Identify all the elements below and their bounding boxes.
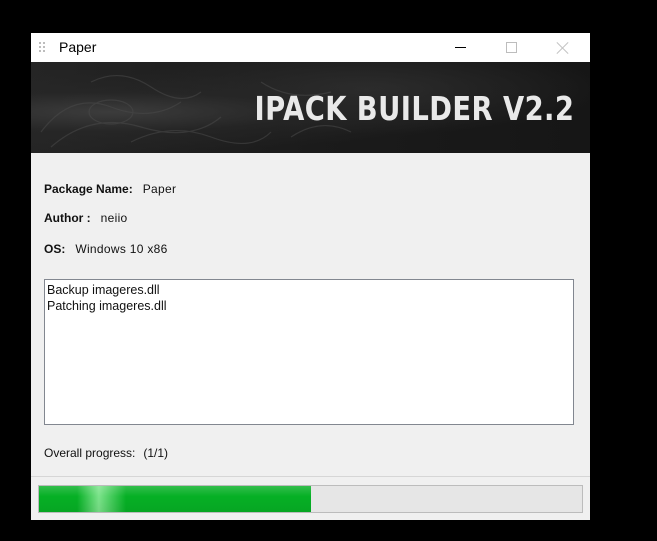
os-row: OS: Windows 10 x86 [44,242,168,256]
overall-progress-count: (1/1) [143,446,169,460]
window-title: Paper [59,39,97,55]
os-label: OS: [44,242,66,256]
log-line: Backup imageres.dll [47,283,160,297]
log-line: Patching imageres.dll [47,299,167,313]
minimize-icon [454,47,466,48]
installer-window: Paper IPACK BUILDER V2.2 Package Name: Pa [31,33,590,520]
overall-progress-row: Overall progress: (1/1) [44,446,168,460]
product-title: IPACK BUILDER V2.2 [254,89,574,128]
minimize-button[interactable] [437,33,483,62]
log-textbox[interactable]: Backup imageres.dll Patching imageres.dl… [44,279,574,425]
package-name-value: Paper [142,182,177,196]
os-value: Windows 10 x86 [75,242,168,256]
author-value: neiio [100,211,128,225]
title-bar[interactable]: Paper [31,33,590,62]
maximize-button[interactable] [488,33,534,62]
progress-fill [39,486,311,512]
overall-progress-label: Overall progress: [44,446,136,460]
window-grip-icon [39,42,49,53]
maximize-icon [505,42,517,53]
close-button[interactable] [540,33,586,62]
package-name-row: Package Name: Paper [44,182,176,196]
progress-bar [38,485,583,513]
author-label: Author : [44,211,91,225]
author-row: Author : neiio [44,211,128,225]
close-icon [556,41,570,55]
package-name-label: Package Name: [44,182,133,196]
divider [31,476,590,477]
header-banner: IPACK BUILDER V2.2 [31,62,590,153]
